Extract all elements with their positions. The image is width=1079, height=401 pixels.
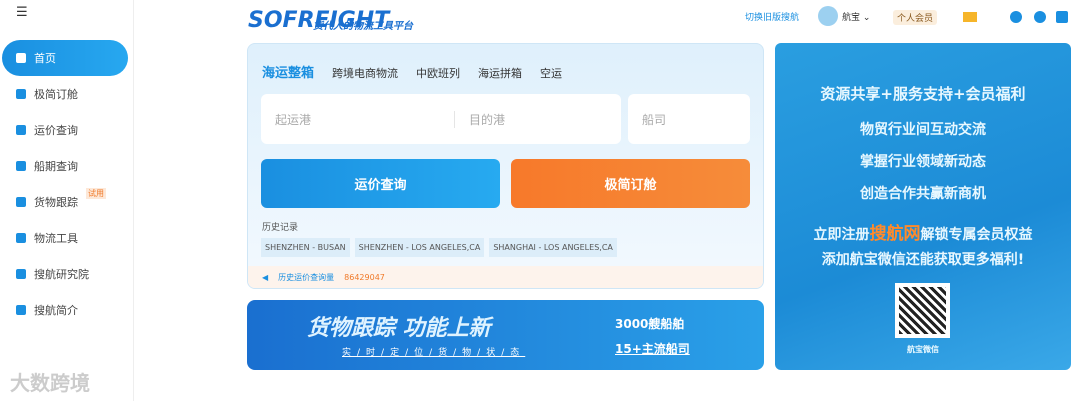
ship-icon <box>16 161 26 171</box>
sidebar-item-tools[interactable]: 物流工具 <box>2 220 128 256</box>
promo-line: 掌握行业领域新动态 <box>860 154 986 170</box>
text: 解锁专属会员权益 <box>920 227 1033 243</box>
sidebar-item-booking[interactable]: 极简订舱 <box>2 76 128 112</box>
user-menu[interactable]: 航宝 ⌄ <box>842 10 870 23</box>
history-title: 历史记录 <box>262 223 299 233</box>
old-version-link[interactable]: 切换旧版搜航 <box>745 10 799 23</box>
tracking-icon <box>16 197 26 207</box>
history-list: SHENZHEN - BUSAN SHENZHEN - LOS ANGELES,… <box>261 238 617 257</box>
history-chip[interactable]: SHENZHEN - BUSAN <box>261 238 350 257</box>
trial-badge: 试用 <box>86 188 106 199</box>
promo-line: 添加航宝微信还能获取更多福利! <box>821 252 1025 268</box>
menu-toggle-icon[interactable]: ☰ <box>16 5 28 20</box>
nav-menu: 首页 极简订舱 运价查询 船期查询 货物跟踪 试用 物流工具 搜航研究院 搜航简介 <box>2 40 128 328</box>
tab-fcl[interactable]: 海运整箱 <box>262 62 314 81</box>
tab-ecommerce[interactable]: 跨境电商物流 <box>332 65 398 81</box>
search-tabs: 海运整箱 跨境电商物流 中欧班列 海运拼箱 空运 <box>262 62 562 81</box>
notice-label: 历史运价查询量 <box>278 272 335 282</box>
nav-label: 搜航简介 <box>34 304 78 317</box>
promo-line: 资源共享+服务支持+会员福利 <box>820 85 1026 103</box>
about-icon <box>16 305 26 315</box>
search-panel: 海运整箱 跨境电商物流 中欧班列 海运拼箱 空运 起运港 目的港 船司 运价查询… <box>247 43 764 289</box>
route-input: 起运港 目的港 <box>261 94 621 144</box>
member-badge[interactable]: 个人会员 <box>893 10 938 25</box>
history-chip[interactable]: SHENZHEN - LOS ANGELES,CA <box>354 238 485 257</box>
watermark: 大数跨境 <box>10 371 90 395</box>
quick-booking-button[interactable]: 极简订舱 <box>511 159 750 208</box>
tracking-banner[interactable]: 货物跟踪 功能上新 实/时/定/位/货/物/状/态 3000艘船舶 15+主流船… <box>247 300 764 370</box>
promo-line: 物贸行业间互动交流 <box>860 122 986 138</box>
tab-air[interactable]: 空运 <box>540 65 562 81</box>
sidebar-item-home[interactable]: 首页 <box>2 40 128 76</box>
graduation-cap-icon <box>16 269 26 279</box>
qr-code <box>895 283 950 338</box>
nav-label: 搜航研究院 <box>34 268 89 281</box>
promo-panel: 资源共享+服务支持+会员福利 物贸行业间互动交流 掌握行业领域新动态 创造合作共… <box>775 43 1071 370</box>
tools-icon <box>16 233 26 243</box>
nav-label: 运价查询 <box>34 124 78 137</box>
mail-icon[interactable] <box>963 12 977 22</box>
destination-input[interactable]: 目的港 <box>455 111 505 128</box>
history-chip[interactable]: SHANGHAI - LOS ANGELES,CA <box>489 238 617 257</box>
text: 立即注册 <box>813 227 870 243</box>
app-icon[interactable] <box>1056 11 1068 23</box>
sidebar-item-rates[interactable]: 运价查询 <box>2 112 128 148</box>
nav-label: 货物跟踪 <box>34 196 78 209</box>
slogan: 货代人的物流工具平台 <box>313 21 413 32</box>
booking-icon <box>16 89 26 99</box>
banner-title: 货物跟踪 功能上新 <box>307 316 491 341</box>
nav-label: 物流工具 <box>34 232 78 245</box>
sidebar-item-research[interactable]: 搜航研究院 <box>2 256 128 292</box>
nav-label: 极简订舱 <box>34 88 78 101</box>
nav-label: 首页 <box>34 52 56 65</box>
notice-value: 86429047 <box>344 272 385 282</box>
home-icon <box>16 53 26 63</box>
speaker-icon: ◀ <box>262 272 269 282</box>
banner-stat: 15+主流船司 <box>615 342 690 356</box>
banner-stat: 3000艘船舶 <box>615 317 685 331</box>
sidebar-item-schedule[interactable]: 船期查询 <box>2 148 128 184</box>
tiktok-icon[interactable] <box>1034 11 1046 23</box>
wechat-icon[interactable] <box>1010 11 1022 23</box>
tab-rail[interactable]: 中欧班列 <box>416 65 460 81</box>
tab-lcl[interactable]: 海运拼箱 <box>478 65 522 81</box>
carrier-input[interactable]: 船司 <box>628 94 750 144</box>
nav-label: 船期查询 <box>34 160 78 173</box>
rates-icon <box>16 125 26 135</box>
rate-query-button[interactable]: 运价查询 <box>261 159 500 208</box>
qr-label: 航宝微信 <box>907 345 939 354</box>
sidebar-item-about[interactable]: 搜航简介 <box>2 292 128 328</box>
sidebar: ☰ 首页 极简订舱 运价查询 船期查询 货物跟踪 试用 物流工具 搜航研究院 搜航… <box>0 0 134 401</box>
chevron-down-icon: ⌄ <box>862 13 871 23</box>
username: 航宝 <box>842 13 861 23</box>
banner-subtitle: 实/时/定/位/货/物/状/态 <box>342 348 526 358</box>
origin-input[interactable]: 起运港 <box>275 110 455 128</box>
promo-line: 创造合作共赢新商机 <box>860 186 986 202</box>
notice-bar: ◀ 历史运价查询量 86429047 <box>248 266 763 288</box>
sidebar-item-tracking[interactable]: 货物跟踪 试用 <box>2 184 128 220</box>
promo-line: 立即注册搜航网解锁专属会员权益 <box>775 219 1071 244</box>
avatar[interactable] <box>818 6 838 26</box>
brand-highlight: 搜航网 <box>869 224 921 244</box>
